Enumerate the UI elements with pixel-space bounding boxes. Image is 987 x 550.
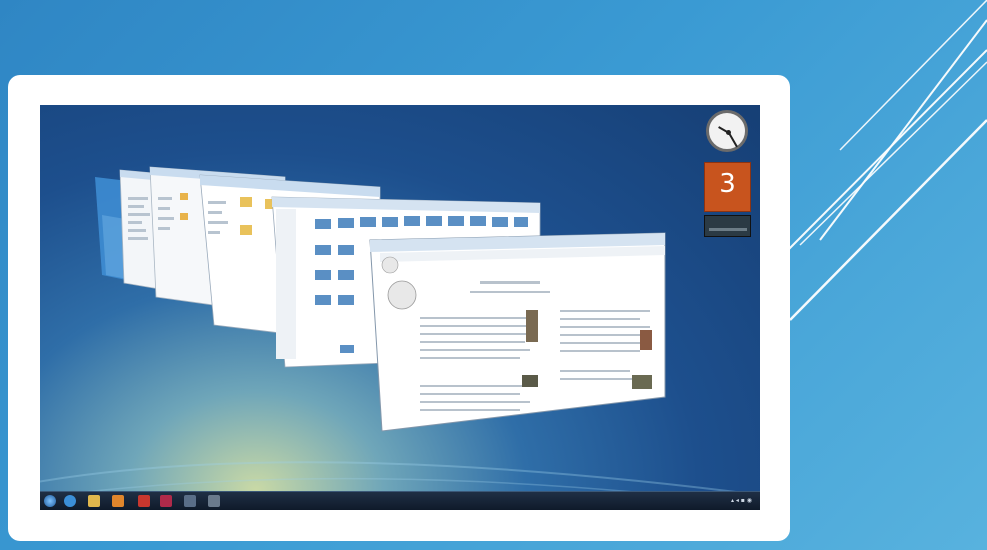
start-orb-icon[interactable] xyxy=(44,495,56,507)
calendar-gadget[interactable]: 3 xyxy=(704,162,751,212)
ie-icon[interactable] xyxy=(64,495,76,507)
folder-icon[interactable] xyxy=(88,495,100,507)
paint-icon[interactable] xyxy=(138,495,150,507)
meter-gadget[interactable] xyxy=(704,215,751,237)
app-icon-2[interactable] xyxy=(184,495,196,507)
meter-bar xyxy=(709,228,747,231)
system-tray[interactable]: ▴ ◂ ▪ ◉ xyxy=(731,496,752,506)
flip3d-scene xyxy=(40,166,760,506)
slide-decoration-lines xyxy=(787,0,987,321)
clock-center xyxy=(726,130,731,135)
desktop-screenshot: 3 ▴ ◂ ▪ ◉ xyxy=(40,105,760,510)
window-6-browser[interactable] xyxy=(369,232,666,432)
calendar-day: 3 xyxy=(719,169,736,199)
app-icon-1[interactable] xyxy=(160,495,172,507)
clock-gadget[interactable] xyxy=(706,110,748,152)
app-icon-3[interactable] xyxy=(208,495,220,507)
media-icon[interactable] xyxy=(112,495,124,507)
taskbar: ▴ ◂ ▪ ◉ xyxy=(40,491,760,510)
